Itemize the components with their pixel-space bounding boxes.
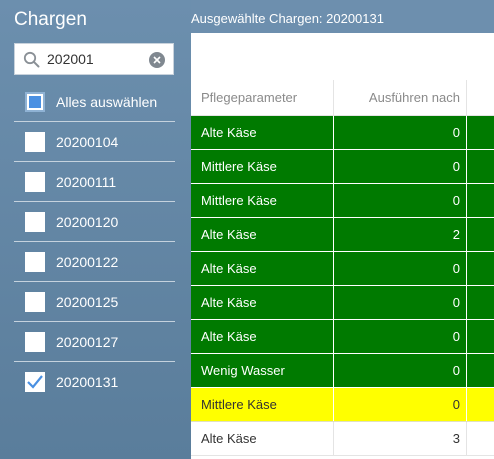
- column-header-next[interactable]: [467, 80, 494, 115]
- sidebar: Chargen Alles auswählen 20200104 2020011…: [0, 0, 191, 459]
- search-input[interactable]: [47, 48, 147, 70]
- select-all-checkbox[interactable]: [25, 92, 45, 112]
- charge-item[interactable]: 20200120: [14, 202, 175, 242]
- column-header-parameter[interactable]: Pflegeparameter: [191, 80, 334, 115]
- cell-parameter: Alte Käse: [191, 116, 334, 149]
- charge-label: 20200125: [56, 294, 119, 310]
- select-all-label: Alles auswählen: [56, 94, 158, 110]
- charge-label: 20200104: [56, 134, 119, 150]
- column-header-execute-after[interactable]: Ausführen nach: [334, 80, 467, 115]
- cell-next: [467, 150, 494, 183]
- cell-parameter: Mittlere Käse: [191, 150, 334, 183]
- charge-label: 20200127: [56, 334, 119, 350]
- cell-next: [467, 354, 494, 387]
- cell-execute-after: 3: [334, 422, 467, 455]
- cell-parameter: Alte Käse: [191, 286, 334, 319]
- charge-checkbox[interactable]: [25, 292, 45, 312]
- table-header: Pflegeparameter Ausführen nach: [191, 80, 494, 116]
- cell-parameter: Alte Käse: [191, 252, 334, 285]
- cell-parameter: Wenig Wasser: [191, 354, 334, 387]
- charge-list: 20200104 20200111 20200120 20200122 2020…: [14, 122, 175, 401]
- table-row[interactable]: Alte Käse 0: [191, 320, 494, 354]
- table-row[interactable]: Alte Käse 0: [191, 252, 494, 286]
- table-row[interactable]: Alte Käse 3: [191, 422, 494, 456]
- cell-parameter: Alte Käse: [191, 320, 334, 353]
- charge-item[interactable]: 20200104: [14, 122, 175, 162]
- table-row[interactable]: Alte Käse 2: [191, 218, 494, 252]
- clear-icon[interactable]: [149, 52, 165, 68]
- main-header: Ausgewählte Chargen: 20200131: [191, 0, 494, 33]
- checkmark-icon: [27, 375, 43, 389]
- cell-execute-after: 0: [334, 252, 467, 285]
- charge-item[interactable]: 20200111: [14, 162, 175, 202]
- table-row[interactable]: Alte Käse 0: [191, 116, 494, 150]
- search-box[interactable]: [14, 43, 174, 75]
- charge-item[interactable]: 20200125: [14, 282, 175, 322]
- charge-item[interactable]: 20200122: [14, 242, 175, 282]
- charge-label: 20200111: [56, 174, 117, 190]
- cell-next: [467, 252, 494, 285]
- table-row[interactable]: Mittlere Käse 0: [191, 150, 494, 184]
- charge-item[interactable]: 20200127: [14, 322, 175, 362]
- table-row[interactable]: Alte Käse 0: [191, 286, 494, 320]
- search-icon: [23, 51, 40, 68]
- toolbar: [191, 33, 494, 81]
- charge-label: 20200120: [56, 214, 119, 230]
- table-row[interactable]: Mittlere Käse 0: [191, 184, 494, 218]
- charge-item[interactable]: 20200131: [14, 362, 175, 401]
- charge-checkbox[interactable]: [25, 212, 45, 232]
- cell-next: [467, 422, 494, 455]
- cell-parameter: Mittlere Käse: [191, 184, 334, 217]
- charge-checkbox[interactable]: [25, 332, 45, 352]
- table-body: Alte Käse 0 Mittlere Käse 0 Mittlere Käse 0 Al…: [191, 116, 494, 456]
- select-all-option[interactable]: Alles auswählen: [14, 83, 175, 122]
- cell-parameter: Alte Käse: [191, 218, 334, 251]
- charge-checkbox[interactable]: [25, 172, 45, 192]
- charge-checkbox[interactable]: [25, 132, 45, 152]
- charge-checkbox[interactable]: [25, 252, 45, 272]
- cell-execute-after: 0: [334, 150, 467, 183]
- table-row[interactable]: Wenig Wasser 0: [191, 354, 494, 388]
- cell-next: [467, 218, 494, 251]
- cell-execute-after: 0: [334, 388, 467, 421]
- cell-execute-after: 0: [334, 354, 467, 387]
- care-parameter-table: Pflegeparameter Ausführen nach Alte Käse…: [191, 80, 494, 459]
- cell-parameter: Alte Käse: [191, 422, 334, 455]
- cell-execute-after: 2: [334, 218, 467, 251]
- cell-next: [467, 116, 494, 149]
- table-row[interactable]: Mittlere Käse 0: [191, 388, 494, 422]
- cell-execute-after: 0: [334, 116, 467, 149]
- cell-execute-after: 0: [334, 286, 467, 319]
- cell-execute-after: 0: [334, 184, 467, 217]
- sidebar-title: Chargen: [14, 9, 87, 30]
- cell-next: [467, 320, 494, 353]
- cell-next: [467, 184, 494, 217]
- charge-label: 20200122: [56, 254, 119, 270]
- selected-charges-title: Ausgewählte Chargen: 20200131: [191, 11, 384, 26]
- charge-checkbox-checked[interactable]: [25, 372, 45, 392]
- charge-label: 20200131: [56, 374, 119, 390]
- cell-execute-after: 0: [334, 320, 467, 353]
- main-panel: Ausgewählte Chargen: 20200131 Pflegepara…: [191, 0, 494, 459]
- cell-next: [467, 286, 494, 319]
- cell-parameter: Mittlere Käse: [191, 388, 334, 421]
- cell-next: [467, 388, 494, 421]
